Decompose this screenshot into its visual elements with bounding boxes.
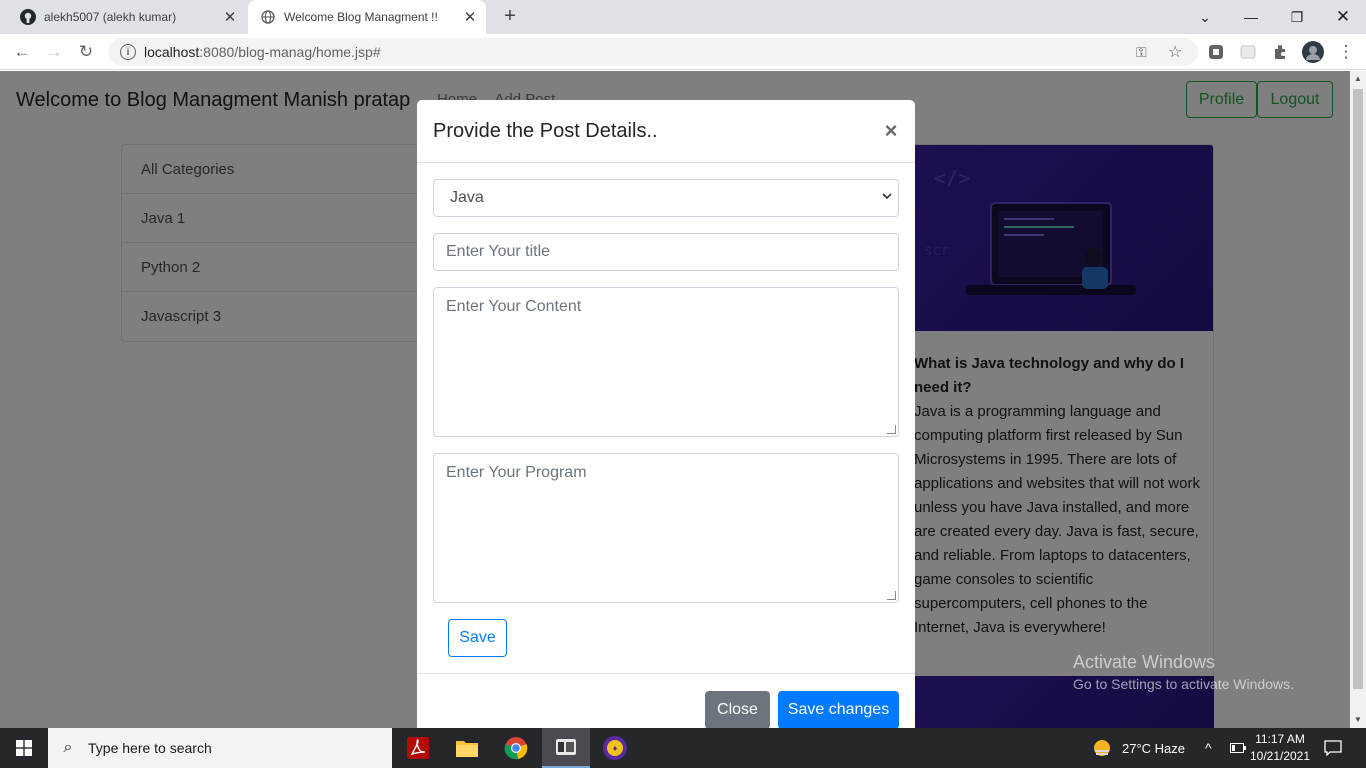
tab-title: alekh5007 (alekh kumar) (44, 10, 177, 24)
browser-toolbar: ← → ↻ i localhost:8080/blog-manag/home.j… (0, 34, 1366, 70)
browser-tabstrip: alekh5007 (alekh kumar) ✕ Welcome Blog M… (0, 0, 1366, 34)
weather-text[interactable]: 27°C Haze (1122, 728, 1185, 768)
add-post-modal: Provide the Post Details.. × Java Enter … (417, 100, 915, 728)
modal-title: Provide the Post Details.. (433, 120, 658, 142)
post-content-textarea[interactable]: Enter Your Content (433, 287, 899, 437)
clock-time: 11:17 AM (1255, 732, 1305, 746)
windows-taskbar: ⌕ Type here to search ♦ 27°C Haze ^ 11:1… (0, 728, 1366, 768)
extension-icon[interactable] (1239, 43, 1257, 61)
reload-icon[interactable]: ↻ (74, 40, 98, 64)
back-icon[interactable]: ← (10, 40, 34, 64)
extension-icon[interactable] (1207, 43, 1225, 61)
post-program-textarea[interactable]: Enter Your Program (433, 453, 899, 603)
game-app-icon[interactable]: ♦ (591, 728, 639, 768)
restore-icon[interactable]: ❐ (1274, 0, 1320, 34)
close-icon[interactable]: × (881, 118, 901, 144)
modal-footer: Close Save changes (417, 673, 915, 728)
new-tab-icon[interactable]: + (498, 5, 522, 29)
taskbar-search-input[interactable]: ⌕ Type here to search (48, 728, 392, 768)
close-tab-icon[interactable]: ✕ (460, 8, 480, 26)
globe-icon (260, 9, 276, 25)
page: Welcome to Blog Managment Manish pratap … (0, 71, 1350, 728)
github-icon (20, 9, 36, 25)
browser-tab-github[interactable]: alekh5007 (alekh kumar) ✕ (8, 0, 246, 34)
chrome-icon[interactable] (492, 728, 540, 768)
clock-date: 10/21/2021 (1249, 749, 1311, 763)
close-tab-icon[interactable]: ✕ (220, 8, 240, 26)
scrollbar-thumb[interactable] (1353, 89, 1363, 689)
site-info-icon[interactable]: i (120, 44, 136, 60)
browser-tab-blog[interactable]: Welcome Blog Managment !! ✕ (248, 0, 486, 34)
notification-icon[interactable] (1324, 728, 1342, 768)
save-changes-button[interactable]: Save changes (778, 691, 899, 728)
search-icon: ⌕ (63, 739, 73, 756)
scroll-up-icon[interactable]: ▲ (1350, 71, 1366, 87)
scroll-down-icon[interactable]: ▼ (1350, 712, 1366, 728)
media-app-icon[interactable] (542, 728, 590, 768)
resize-handle-icon[interactable] (887, 425, 896, 434)
menu-icon[interactable]: ⋮ (1334, 40, 1358, 64)
category-select[interactable]: Java (433, 179, 899, 217)
key-icon[interactable]: ⚿ (1136, 38, 1147, 66)
category-select-value: Java (450, 189, 484, 206)
windows-activation-watermark: Activate Windows Go to Settings to activ… (1073, 652, 1294, 692)
close-window-icon[interactable]: ✕ (1320, 0, 1366, 34)
close-button[interactable]: Close (705, 691, 770, 728)
post-program-placeholder: Enter Your Program (446, 464, 587, 481)
chevron-up-icon[interactable]: ^ (1205, 728, 1212, 768)
avatar[interactable] (1302, 41, 1324, 63)
svg-text:♦: ♦ (612, 745, 618, 753)
post-title-input[interactable]: Enter Your title (433, 233, 899, 271)
chevron-down-icon (882, 192, 892, 203)
puzzle-icon[interactable] (1271, 43, 1289, 61)
save-button[interactable]: Save (448, 619, 507, 657)
taskbar-search-placeholder: Type here to search (88, 740, 212, 756)
forward-icon[interactable]: → (42, 40, 66, 64)
post-content-placeholder: Enter Your Content (446, 298, 582, 315)
acrobat-icon[interactable] (394, 728, 442, 768)
address-bar[interactable]: i localhost:8080/blog-manag/home.jsp# ⚿ … (108, 38, 1198, 66)
page-scrollbar[interactable]: ▲ ▼ (1350, 71, 1366, 728)
tab-search-icon[interactable]: ⌄ (1182, 0, 1228, 34)
minimize-icon[interactable]: — (1228, 0, 1274, 34)
file-explorer-icon[interactable] (443, 728, 491, 768)
tab-title: Welcome Blog Managment !! (284, 10, 438, 24)
modal-header: Provide the Post Details.. × (417, 100, 915, 163)
star-icon[interactable]: ☆ (1168, 38, 1182, 66)
windows-start-icon[interactable] (0, 728, 48, 768)
url-text: localhost:8080/blog-manag/home.jsp# (144, 44, 381, 60)
taskbar-clock[interactable]: 11:17 AM 10/21/2021 (1244, 731, 1316, 765)
resize-handle-icon[interactable] (887, 591, 896, 600)
weather-icon[interactable] (1092, 728, 1112, 768)
